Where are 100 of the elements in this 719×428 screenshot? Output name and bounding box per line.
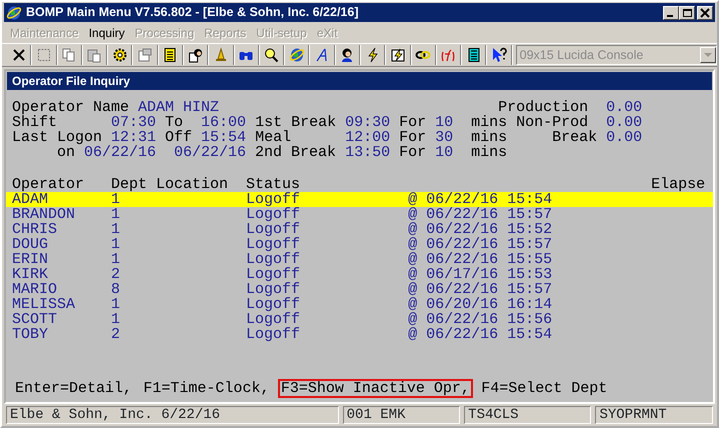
field-value: 30 [435, 129, 454, 146]
table-cell: 8 [111, 281, 120, 298]
table-cell: Logoff [246, 191, 300, 208]
table-cell: 1 [111, 221, 120, 238]
column-header: Elapse [651, 176, 706, 193]
field-value: 0.00 [606, 114, 642, 131]
table-row[interactable]: MARIO 8 Logoff @ 06/22/16 15:57 [6, 282, 713, 297]
field-label: Operator Name [12, 99, 130, 116]
field-label: To [165, 114, 184, 131]
table-row[interactable]: ADAM 1 Logoff @ 06/22/16 15:54 [6, 192, 713, 207]
person-document-icon [188, 47, 204, 63]
field-value: ADAM HINZ [138, 99, 220, 116]
table-row[interactable]: CHRIS 1 Logoff @ 06/22/16 15:52 [6, 222, 713, 237]
field-value: 09:30 [345, 114, 390, 131]
field-label: Shift [12, 114, 58, 131]
field-value: 10 [435, 144, 454, 161]
table-cell: @ 06/22/16 15:57 [408, 206, 552, 223]
field-label: mins [471, 144, 508, 161]
close-button[interactable] [697, 6, 713, 20]
close-icon [10, 47, 27, 63]
table-cell: Logoff [246, 266, 300, 283]
table-cell: @ 06/22/16 15:57 [408, 236, 552, 253]
table-cell: KIRK [12, 266, 48, 283]
field-value: 12:31 [111, 129, 156, 146]
field-value: 13:50 [345, 144, 390, 161]
properties-icon [137, 47, 154, 63]
key-hint: F4=Select Dept [480, 379, 608, 398]
field-label: mins [471, 114, 508, 131]
table-cell: Logoff [246, 281, 300, 298]
field-value: 12:00 [345, 129, 390, 146]
table-row[interactable]: KIRK 2 Logoff @ 06/17/16 15:53 [6, 267, 713, 282]
table-cell: @ 06/22/16 15:55 [408, 251, 552, 268]
maximize-button[interactable] [679, 6, 695, 20]
table-cell: 1 [111, 311, 120, 328]
field-label: Non-Prod [516, 114, 588, 131]
table-cell: Logoff [246, 311, 300, 328]
field-value: 16:00 [201, 114, 246, 131]
copy-icon [61, 47, 78, 63]
table-row[interactable]: BRANDON 1 Logoff @ 06/22/16 15:57 [6, 207, 713, 222]
table-row[interactable]: ERIN 1 Logoff @ 06/22/16 15:55 [6, 252, 713, 267]
table-cell: ADAM [12, 191, 48, 208]
table-cell: @ 06/20/16 16:14 [408, 296, 552, 313]
field-label: Production [498, 99, 588, 116]
table-cell: 1 [111, 296, 120, 313]
key-hint: F1=Time-Clock, [142, 379, 270, 398]
status-panel: SYOPRMNT [595, 406, 713, 424]
field-value: 06/22/16 [84, 144, 156, 161]
status-panel: Elbe & Sohn, Inc. 6/22/16 [6, 406, 339, 424]
table-cell: 1 [111, 206, 120, 223]
close-icon [699, 8, 711, 18]
table-cell: @ 06/22/16 15:52 [408, 221, 552, 238]
field-value: 06/22/16 [174, 144, 246, 161]
table-row[interactable]: SCOTT 1 Logoff @ 06/22/16 15:56 [6, 312, 713, 327]
status-panel: TS4CLS [464, 406, 592, 424]
list-icon [162, 47, 178, 63]
table-cell: DOUG [12, 236, 48, 253]
table-cell: SCOTT [12, 311, 58, 328]
field-label: on [57, 144, 76, 161]
table-cell: @ 06/22/16 15:56 [408, 311, 552, 328]
minimize-icon [667, 14, 673, 16]
caret-icon [703, 51, 713, 59]
table-cell: MELISSA [12, 296, 76, 313]
table-cell: 2 [111, 266, 120, 283]
window-title: BOMP Main Menu V7.56.802 - [Elbe & Sohn, Inc. 6/22/16] [26, 4, 359, 22]
table-row[interactable]: MELISSA 1 Logoff @ 06/20/16 16:14 [6, 297, 713, 312]
table-cell: BRANDON [12, 206, 76, 223]
help-pointer-icon [490, 47, 507, 63]
field-label: For [399, 144, 426, 161]
field-label: Meal [255, 129, 292, 146]
table-cell: 2 [111, 326, 120, 343]
field-value: 0.00 [606, 99, 642, 116]
globe-icon [288, 47, 305, 63]
field-value: 0.00 [606, 129, 642, 146]
key-hint: Enter=Detail, [14, 379, 134, 398]
function-icon [440, 47, 456, 63]
search-icon [263, 47, 280, 63]
field-value: 10 [435, 114, 454, 131]
table-cell: Logoff [246, 206, 300, 223]
menu-item[interactable]: Inquiry [84, 24, 129, 42]
paste-icon [86, 47, 102, 63]
field-label: mins [471, 129, 508, 146]
column-header: Operator [12, 176, 84, 193]
table-cell: Logoff [246, 326, 300, 343]
table-row[interactable]: DOUG 1 Logoff @ 06/22/16 15:57 [6, 237, 713, 252]
table-cell: TOBY [12, 326, 48, 343]
status-panel: 001 EMK [342, 406, 460, 424]
table-cell: @ 06/22/16 15:54 [408, 326, 552, 343]
key-hint: F3=Show Inactive Opr, [278, 379, 473, 398]
column-header: Dept Location [111, 176, 228, 193]
field-label: 1st Break [255, 114, 336, 131]
table-row[interactable]: TOBY 2 Logoff @ 06/22/16 15:54 [6, 327, 713, 342]
field-value: 07:30 [111, 114, 156, 131]
selection-icon [36, 47, 52, 63]
field-label: Break [552, 129, 598, 146]
table-cell: 1 [111, 251, 120, 268]
field-label: Last Logon [12, 129, 102, 146]
table-cell: @ 06/22/16 15:57 [408, 281, 552, 298]
minimize-button[interactable] [663, 6, 679, 20]
table-cell: @ 06/22/16 15:54 [408, 191, 552, 208]
table-cell: 1 [111, 236, 120, 253]
